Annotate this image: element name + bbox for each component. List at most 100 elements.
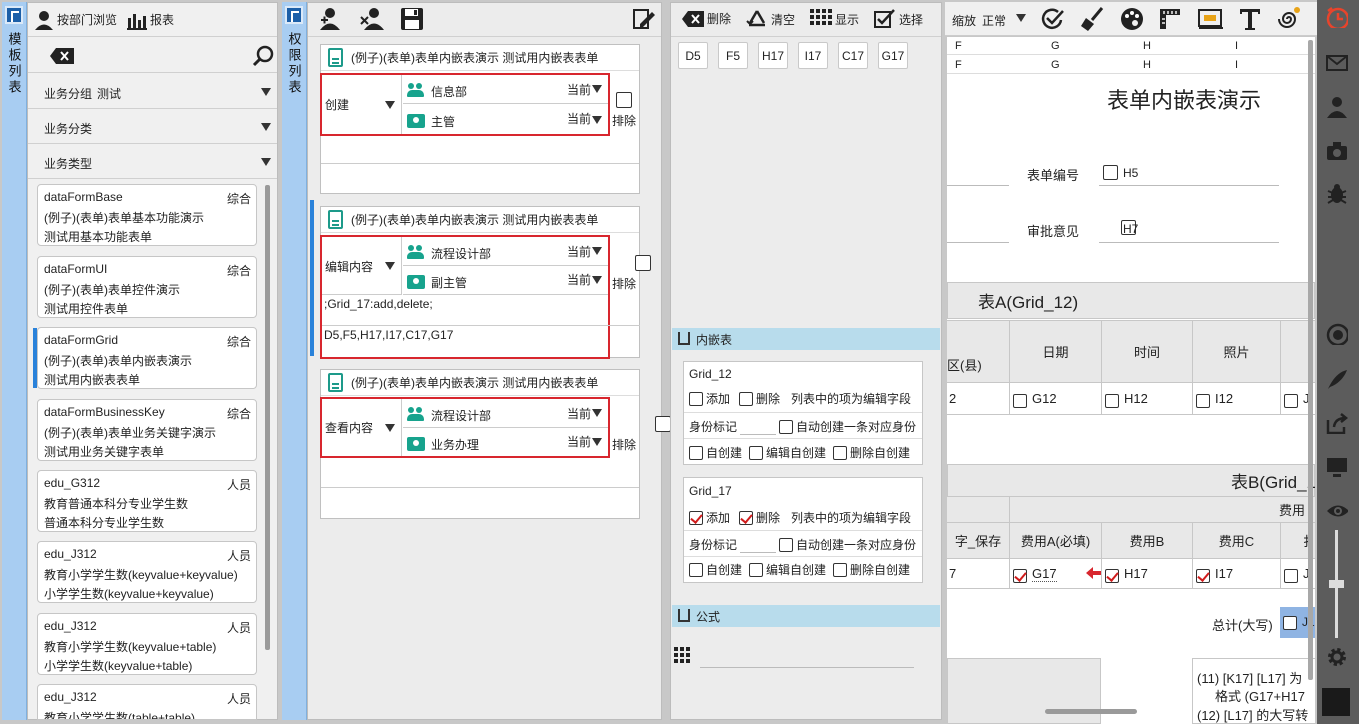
auto-create-checkbox[interactable] [779, 537, 794, 552]
embedded-table-section-header[interactable]: 内嵌表 [672, 328, 940, 350]
form-number-cell-checkbox[interactable] [1103, 165, 1118, 181]
permission-list-tab[interactable]: 权限列表 [282, 2, 307, 720]
filter-business-type[interactable]: 业务类型 [28, 145, 277, 179]
palette-icon[interactable] [1120, 7, 1144, 31]
filter-business-group[interactable]: 业务分组 测试 [28, 75, 277, 109]
clear-fields-button[interactable]: 清空 [746, 9, 795, 29]
filter-business-category[interactable]: 业务分类 [28, 110, 277, 144]
dept-select[interactable]: 流程设计部 当前 [403, 399, 608, 428]
list-item[interactable]: dataFormBusinessKey 综合 (例子)(表单)表单业务关键字演示测… [37, 399, 257, 461]
dept-select[interactable]: 信息部 当前 [403, 75, 608, 104]
broom-icon[interactable] [1080, 6, 1106, 32]
grid-icon[interactable] [674, 647, 692, 665]
resize-handle[interactable] [1322, 688, 1350, 716]
delete-checkbox[interactable] [739, 510, 754, 525]
cell-checkbox[interactable] [1284, 568, 1298, 583]
share-icon[interactable] [1326, 412, 1348, 434]
edit-self-create-checkbox[interactable] [749, 445, 764, 460]
delete-field-button[interactable]: 删除 [682, 10, 731, 27]
table-cell[interactable]: I17 [1192, 558, 1281, 589]
cell-checkbox[interactable] [1013, 393, 1027, 408]
horizontal-scrollbar[interactable] [1045, 709, 1137, 714]
text-icon[interactable] [1238, 6, 1262, 32]
role-select[interactable]: 业务办理 当前 [403, 428, 608, 456]
clock-icon[interactable] [1326, 6, 1348, 28]
identity-input[interactable] [740, 537, 777, 553]
edit-form-icon[interactable] [630, 6, 656, 32]
field-chip[interactable]: C17 [838, 42, 868, 69]
eye-icon[interactable] [1326, 500, 1348, 522]
exclude-checkbox[interactable] [616, 92, 632, 108]
search-icon[interactable] [252, 45, 274, 67]
identity-input[interactable] [740, 419, 777, 435]
list-item[interactable]: edu_J312 人员 教育小学学生数(table+table) [37, 684, 257, 720]
role-select[interactable]: 主管 当前 [403, 105, 608, 134]
show-fields-button[interactable]: 显示 [810, 9, 859, 29]
list-item-selected[interactable]: dataFormGrid 综合 (例子)(表单)表单内嵌表演示 测试用内嵌表表单 [33, 327, 257, 389]
self-create-checkbox[interactable] [689, 562, 703, 577]
table-cell[interactable]: H12 [1101, 382, 1193, 415]
cell-checkbox[interactable] [1196, 568, 1210, 583]
field-chip[interactable]: G17 [878, 42, 908, 69]
add-user-icon[interactable] [318, 6, 344, 32]
list-item[interactable]: dataFormBase 综合 (例子)(表单)表单基本功能演示 测试用基本功能表单 [37, 184, 257, 246]
table-cell[interactable]: H17 [1101, 558, 1193, 589]
feather-icon[interactable] [1326, 368, 1348, 390]
edit-self-create-checkbox[interactable] [749, 562, 764, 577]
mail-icon[interactable] [1326, 52, 1348, 74]
clear-filter-icon[interactable] [50, 48, 74, 64]
cell-checkbox[interactable] [1013, 568, 1027, 583]
auto-create-checkbox[interactable] [779, 419, 794, 434]
add-checkbox[interactable] [689, 510, 703, 525]
check-circle-icon[interactable] [1040, 7, 1064, 31]
opacity-slider-handle[interactable] [1329, 580, 1344, 588]
remove-user-icon[interactable] [360, 6, 386, 32]
form-sheet[interactable]: F G H I F G H I 表单内嵌表演示 表单编号 H5 审批意见 H7 … [947, 37, 1315, 724]
image-settings-icon[interactable] [1198, 7, 1224, 31]
template-list-tab[interactable]: 模板列表 [2, 2, 27, 720]
field-chip[interactable]: D5 [678, 42, 708, 69]
field-chip[interactable]: F5 [718, 42, 748, 69]
cell-checkbox[interactable] [1105, 393, 1119, 408]
table-cell[interactable]: G17 [1009, 558, 1102, 589]
save-icon[interactable] [400, 7, 424, 31]
zoom-select[interactable]: 正常 [982, 8, 1028, 28]
formula-section-header[interactable]: 公式 [672, 605, 940, 627]
list-item[interactable]: edu_J312 人员 教育小学学生数(keyvalue+keyvalue) 小学学… [37, 541, 257, 603]
report-button[interactable]: 报表 [127, 10, 174, 30]
table-cell[interactable]: G12 [1009, 382, 1102, 415]
browse-by-dept-button[interactable]: 按部门浏览 [34, 10, 117, 30]
self-create-checkbox[interactable] [689, 445, 703, 460]
delete-checkbox[interactable] [739, 391, 754, 406]
camera-icon[interactable] [1326, 140, 1348, 162]
gear-icon[interactable] [1326, 646, 1348, 668]
dept-select[interactable]: 流程设计部 当前 [403, 237, 608, 266]
delete-self-create-checkbox[interactable] [833, 445, 848, 460]
exclude-checkbox[interactable] [654, 416, 671, 432]
monitor-icon[interactable] [1326, 456, 1348, 478]
bug-icon[interactable] [1326, 182, 1348, 204]
formula-input[interactable] [700, 650, 914, 668]
action-select[interactable]: 创建 [322, 75, 402, 134]
add-checkbox[interactable] [689, 391, 703, 406]
cell-checkbox[interactable] [1196, 393, 1210, 408]
action-select[interactable]: 查看内容 [322, 399, 402, 456]
cell-checkbox[interactable] [1284, 393, 1298, 408]
delete-self-create-checkbox[interactable] [833, 562, 848, 577]
field-chip[interactable]: H17 [758, 42, 788, 69]
exclude-checkbox[interactable] [635, 255, 652, 271]
table-cell[interactable]: I12 [1192, 382, 1281, 415]
cell-checkbox[interactable] [1283, 615, 1297, 630]
spiral-icon[interactable] [1276, 6, 1302, 32]
role-select[interactable]: 副主管 当前 [403, 266, 608, 295]
list-item[interactable]: dataFormUI 综合 (例子)(表单)表单控件演示 测试用控件表单 [37, 256, 257, 318]
field-chip[interactable]: I17 [798, 42, 828, 69]
list-scrollbar[interactable] [265, 185, 270, 650]
list-item[interactable]: edu_J312 人员 教育小学学生数(keyvalue+table) 小学学生数(… [37, 613, 257, 675]
sheet-vertical-scrollbar[interactable] [1308, 40, 1313, 680]
cell-checkbox[interactable] [1105, 568, 1119, 583]
ruler-icon[interactable] [1158, 7, 1182, 31]
action-select[interactable]: 编辑内容 [322, 237, 402, 295]
user-icon[interactable] [1326, 96, 1348, 118]
list-item[interactable]: edu_G312 人员 教育普通本科分专业学生数 普通本科分专业学生数 [37, 470, 257, 532]
